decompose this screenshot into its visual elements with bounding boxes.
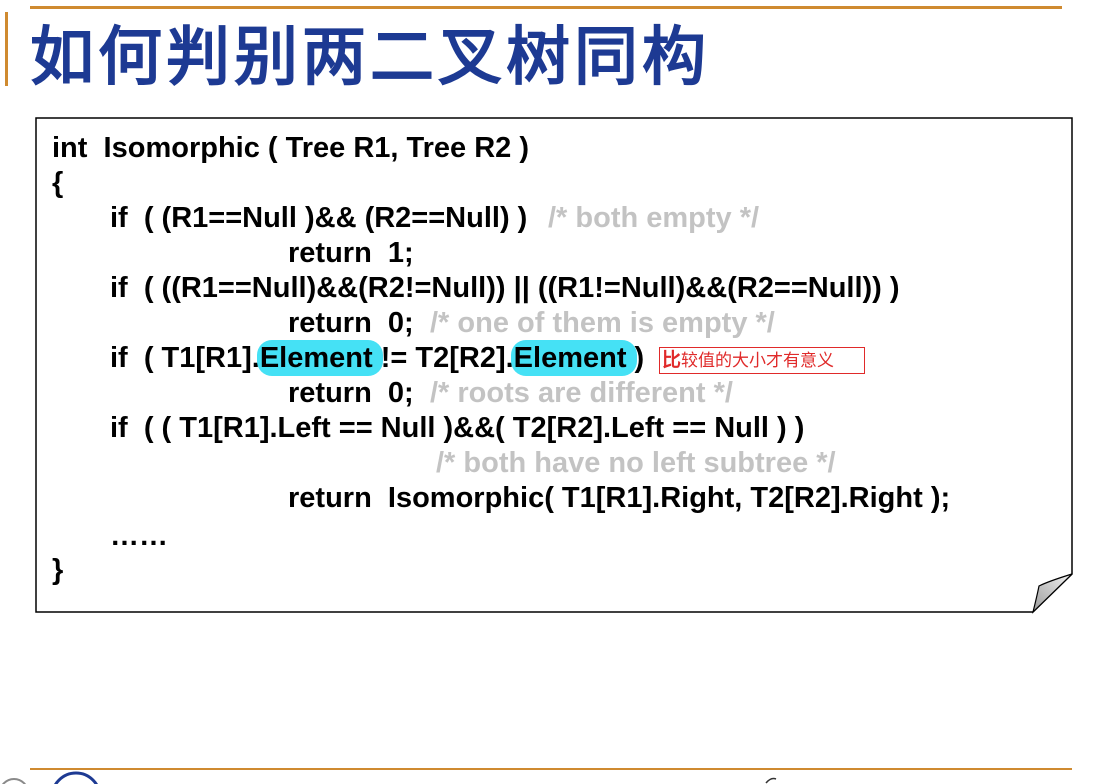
highlight-element-left: Element [256,340,383,376]
code-line-open-brace: { [52,167,64,199]
annotation-text: 较值的大小才有意义 [681,351,835,370]
code-line-return-zero-a: return 0; [288,307,414,339]
comment-roots-different: /* roots are different */ [430,377,733,409]
code-line-return-recursive: return Isomorphic( T1[R1].Right, T2[R2].… [288,482,951,514]
code-text: if ( T1[R1]. [110,342,260,374]
highlight-element-right: Element [510,340,637,376]
logo-icon [2,771,98,784]
comment-no-left-subtree: /* both have no left subtree */ [436,447,836,479]
slide: 如何判别两二叉树同构 int Isomorphic ( Tree R1, Tre… [0,0,1104,784]
code-line-if-one-null: if ( ((R1==Null)&&(R2!=Null)) || ((R1!=N… [110,272,900,304]
comment-both-empty: /* both empty */ [548,202,760,234]
bottom-accent-rule [30,768,1072,770]
comment-one-empty: /* one of them is empty */ [430,307,775,339]
code-line-ellipsis: …… [110,520,168,552]
code-line-signature: int Isomorphic ( Tree R1, Tree R2 ) [52,132,530,164]
code-line-return-one: return 1; [288,237,414,269]
code-text: ) [626,342,645,374]
left-accent-bar [5,12,8,86]
code-line-if-elements: if ( T1[R1].Element != T2[R2].Element ) [110,340,645,376]
annotation-box: 比较值的大小才有意义 [659,347,865,374]
code-text: != T2[R2]. [372,342,514,374]
footer-mark-icon [765,777,777,784]
code-line-if-left-null: if ( ( T1[R1].Left == Null )&&( T2[R2].L… [110,412,805,444]
slide-title: 如何判别两二叉树同构 [30,21,710,95]
annotation-lead: 比 [662,350,682,371]
code-line-return-zero-b: return 0; [288,377,414,409]
top-accent-rule [30,6,1062,9]
code-line-close-brace: } [52,554,64,586]
code-line-if-both-null: if ( (R1==Null )&& (R2==Null) ) [110,202,528,234]
